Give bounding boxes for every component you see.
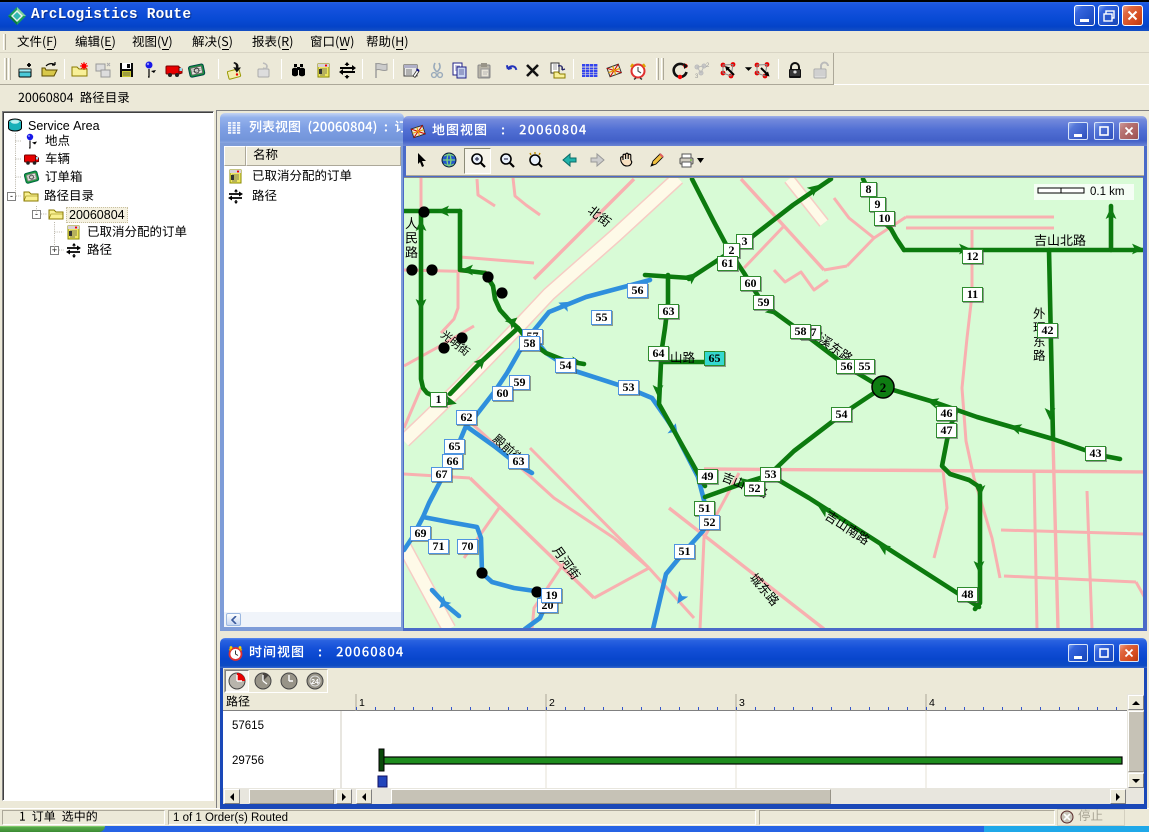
svg-text:0.1 km: 0.1 km: [1090, 186, 1125, 198]
svg-text:2: 2: [549, 697, 555, 709]
svg-text:2: 2: [706, 63, 710, 69]
svg-text:24: 24: [311, 679, 319, 686]
svg-text:3: 3: [739, 697, 745, 709]
svg-text:4: 4: [929, 697, 935, 709]
svg-text:1: 1: [359, 697, 365, 709]
svg-text:2: 2: [880, 380, 887, 395]
svg-text:3: 3: [695, 74, 699, 80]
